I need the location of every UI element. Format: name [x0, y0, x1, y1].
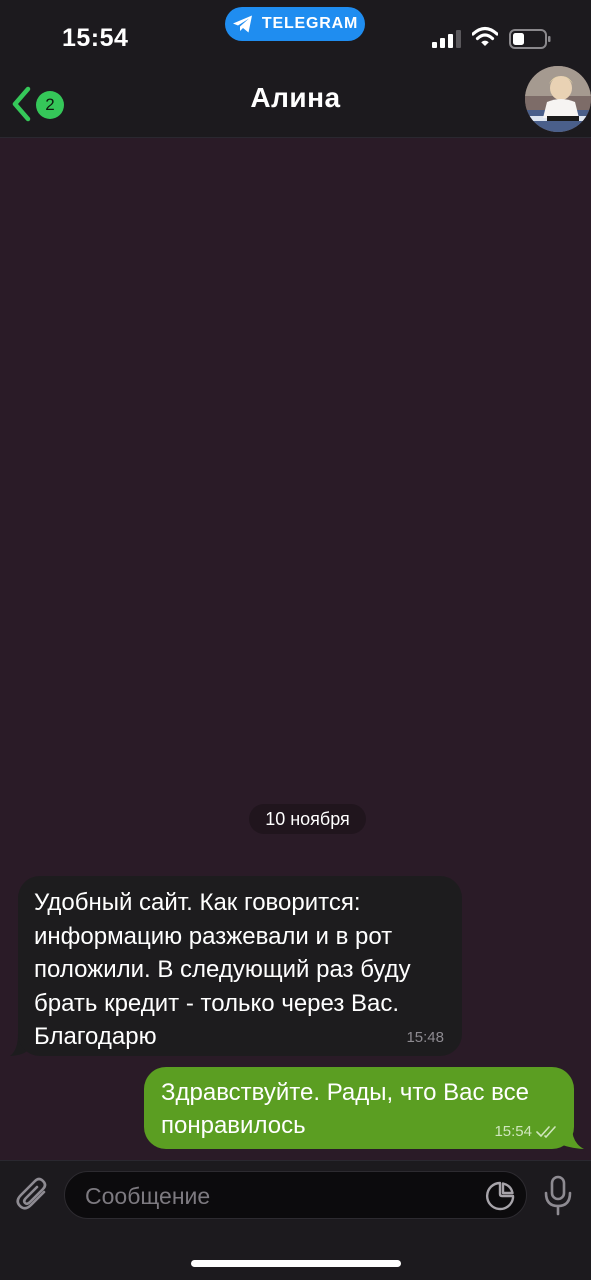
telegram-icon [232, 15, 252, 33]
microphone-icon[interactable] [542, 1175, 574, 1217]
paperclip-icon[interactable] [14, 1175, 52, 1215]
app-pill-label: TELEGRAM [261, 15, 359, 32]
message-line: информацию разжевали и в рот [34, 922, 393, 950]
message-list[interactable]: 10 ноября Удобный сайт. Как говорится: и… [0, 138, 591, 1160]
status-time: 15:54 [62, 24, 129, 52]
message-line: брать кредит - только через Вас. [34, 989, 400, 1017]
message-line: Благодарю [34, 1023, 157, 1050]
chat-title[interactable]: Алина [0, 82, 591, 114]
outgoing-message[interactable]: Здравствуйте. Рады, что Вас все понравил… [144, 1067, 574, 1149]
battery-icon [509, 29, 551, 49]
status-bar: 15:54 TELEGRAM [0, 0, 591, 72]
message-line: положили. В следующий раз буду [34, 956, 411, 983]
date-separator: 10 ноября [249, 804, 366, 834]
message-time: 15:54 [494, 1123, 532, 1140]
cellular-signal-icon [432, 30, 461, 48]
message-placeholder: Сообщение [85, 1183, 211, 1209]
double-check-icon [536, 1125, 556, 1138]
avatar-photo [525, 66, 591, 132]
message-meta: 15:54 [494, 1123, 560, 1140]
incoming-message-text: Удобный сайт. Как говорится: информацию … [34, 886, 444, 1054]
home-indicator[interactable] [191, 1260, 401, 1267]
incoming-message[interactable]: Удобный сайт. Как говорится: информацию … [18, 876, 462, 1056]
sticker-icon[interactable] [484, 1180, 516, 1212]
message-line: Удобный сайт. Как говорится: [34, 889, 361, 916]
composer-bar: Сообщение [0, 1160, 591, 1280]
message-time: 15:48 [406, 1029, 444, 1046]
message-line: Здравствуйте. Рады, что Вас все [161, 1079, 529, 1106]
message-input[interactable]: Сообщение [64, 1171, 527, 1219]
telegram-app-pill[interactable]: TELEGRAM [225, 7, 365, 41]
wifi-icon [472, 26, 498, 46]
contact-avatar[interactable] [525, 66, 591, 132]
